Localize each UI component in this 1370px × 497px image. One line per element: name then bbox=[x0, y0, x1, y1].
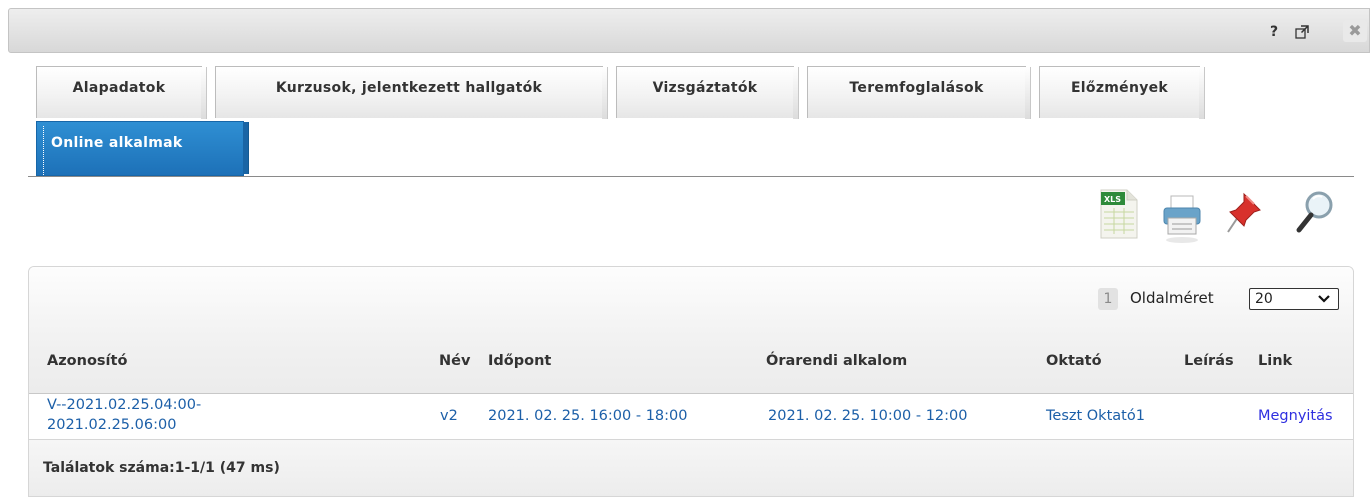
help-icon[interactable]: ? bbox=[1267, 22, 1281, 42]
cell-oktato[interactable]: Teszt Oktató1 bbox=[1046, 408, 1145, 424]
tab-label: Előzmények bbox=[1070, 80, 1169, 96]
tab-teremfoglalasok[interactable]: Teremfoglalások bbox=[807, 66, 1031, 119]
cell-idopont[interactable]: 2021. 02. 25. 16:00 - 18:00 bbox=[488, 408, 687, 424]
chevron-down-icon bbox=[1318, 289, 1330, 315]
cell-azonosito-line2[interactable]: 2021.02.25.06:00 bbox=[47, 417, 176, 433]
cell-nev[interactable]: v2 bbox=[440, 408, 458, 424]
page-size-label: Oldalméret bbox=[1130, 289, 1214, 307]
tab-online-alkalmak[interactable]: Online alkalmak bbox=[36, 121, 249, 176]
pager-current-page[interactable]: 1 bbox=[1098, 288, 1118, 310]
column-header-azonosito[interactable]: Azonosító bbox=[47, 353, 127, 369]
open-link[interactable]: Megnyitás bbox=[1258, 408, 1333, 424]
table-row[interactable]: V--2021.02.25.04:00- 2021.02.25.06:00 v2… bbox=[29, 394, 1353, 440]
popout-icon[interactable] bbox=[1293, 22, 1311, 42]
page-size-select[interactable]: 20 bbox=[1249, 288, 1339, 310]
column-header-oktato[interactable]: Oktató bbox=[1046, 353, 1102, 369]
cell-orarendi-alkalom[interactable]: 2021. 02. 25. 10:00 - 12:00 bbox=[768, 408, 967, 424]
column-header-link[interactable]: Link bbox=[1258, 353, 1292, 369]
tab-alapadatok[interactable]: Alapadatok bbox=[36, 66, 207, 119]
column-header-orarendi-alkalom[interactable]: Órarendi alkalom bbox=[766, 353, 907, 369]
grid-header: 1 Oldalméret 20 Azonosító Név Időpont Ór… bbox=[29, 267, 1353, 394]
search-icon[interactable] bbox=[1292, 188, 1336, 246]
excel-export-icon[interactable]: XLS bbox=[1098, 188, 1142, 246]
column-header-leiras[interactable]: Leírás bbox=[1184, 353, 1234, 369]
page-size-value: 20 bbox=[1255, 291, 1273, 307]
close-icon[interactable]: ✖ bbox=[1343, 20, 1367, 42]
window-titlebar: ? ✖ bbox=[8, 8, 1370, 53]
results-count: Találatok száma:1-1/1 (47 ms) bbox=[43, 460, 280, 476]
grid-footer: Találatok száma:1-1/1 (47 ms) bbox=[29, 440, 1353, 496]
svg-text:XLS: XLS bbox=[1104, 195, 1121, 204]
tab-label: Online alkalmak bbox=[51, 135, 183, 151]
pin-icon[interactable] bbox=[1222, 188, 1266, 246]
tab-label: Teremfoglalások bbox=[849, 80, 984, 96]
print-icon[interactable] bbox=[1160, 188, 1204, 246]
tab-label: Vizsgáztatók bbox=[652, 80, 758, 96]
tab-label: Kurzusok, jelentkezett hallgatók bbox=[275, 80, 543, 96]
tab-kurzusok[interactable]: Kurzusok, jelentkezett hallgatók bbox=[215, 66, 608, 119]
tab-vizsgaztatok[interactable]: Vizsgáztatók bbox=[616, 66, 799, 119]
tab-divider bbox=[28, 176, 1354, 177]
results-grid: 1 Oldalméret 20 Azonosító Név Időpont Ór… bbox=[28, 266, 1354, 497]
tab-label: Alapadatok bbox=[72, 80, 166, 96]
cell-azonosito-line1[interactable]: V--2021.02.25.04:00- bbox=[47, 397, 201, 413]
tab-elozmenyek[interactable]: Előzmények bbox=[1039, 66, 1205, 119]
column-header-idopont[interactable]: Időpont bbox=[488, 353, 551, 369]
column-header-nev[interactable]: Név bbox=[439, 353, 470, 369]
